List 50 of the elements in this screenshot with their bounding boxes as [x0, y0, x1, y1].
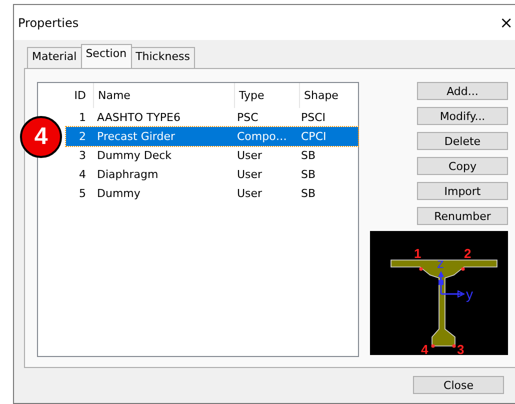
z-axis-icon [438, 271, 444, 294]
table-row[interactable]: 1 AASHTO TYPE6 PSC PSCI [66, 108, 358, 127]
table-cell-text: User [236, 187, 264, 200]
axis-label: y [466, 286, 473, 302]
table-cell-text: 5 [78, 187, 87, 200]
table-cell-text: 3 [78, 149, 87, 162]
table-cell-text: 2 [78, 130, 87, 143]
table-cell-text: SB [300, 149, 317, 162]
column-header[interactable]: Shape [299, 83, 349, 108]
point-label: 3 [457, 342, 464, 355]
close-button[interactable]: × [500, 13, 513, 32]
table-cell-text: Compo… [236, 130, 288, 143]
action-button[interactable]: Modify... [417, 107, 508, 125]
table-cell-text: 1 [78, 111, 87, 124]
table-row[interactable]: 2 Precast Girder Compo… CPCI [66, 127, 358, 146]
close-button[interactable]: Close [413, 376, 504, 394]
tab[interactable]: Material [27, 47, 82, 68]
column-header[interactable]: ID [66, 89, 93, 102]
table-cell-text: Precast Girder [96, 130, 176, 143]
table-cell-text: User [236, 149, 264, 162]
point-label: 4 [421, 342, 428, 355]
table-cell-text: SB [300, 187, 317, 200]
table-cell-text: SB [300, 168, 317, 181]
window-title: Properties [18, 16, 79, 30]
tab[interactable]: Thickness [130, 47, 195, 68]
table-cell-text: Dummy Deck [96, 149, 173, 162]
column-header[interactable]: Type [234, 83, 299, 108]
table-cell-text: Diaphragm [96, 168, 160, 181]
table-cell-text: User [236, 168, 264, 181]
axis-label: z [437, 255, 444, 271]
action-button[interactable]: Add... [417, 82, 508, 100]
table-row[interactable]: 3 Dummy Deck User SB [66, 146, 358, 165]
column-header[interactable]: Name [93, 83, 234, 108]
action-button[interactable]: Copy [417, 157, 508, 175]
table-cell-text: 4 [78, 168, 87, 181]
point-label: 2 [464, 246, 472, 261]
point-label: 1 [414, 246, 422, 261]
tab[interactable]: Section [80, 44, 132, 68]
table-cell-text: Dummy [96, 187, 142, 200]
action-button[interactable]: Renumber [417, 207, 508, 225]
action-button[interactable]: Delete [417, 132, 508, 150]
table-cell-text: PSCI [300, 111, 327, 124]
table-cell-text: CPCI [300, 130, 328, 143]
step-badge: 4 [20, 116, 62, 158]
table-row[interactable]: 5 Dummy User SB [66, 184, 358, 203]
y-axis-icon [441, 290, 466, 298]
action-button[interactable]: Import [417, 182, 508, 200]
table-cell-text: PSC [236, 111, 260, 124]
table-cell-text: AASHTO TYPE6 [96, 111, 182, 124]
table-row[interactable]: 4 Diaphragm User SB [66, 165, 358, 184]
